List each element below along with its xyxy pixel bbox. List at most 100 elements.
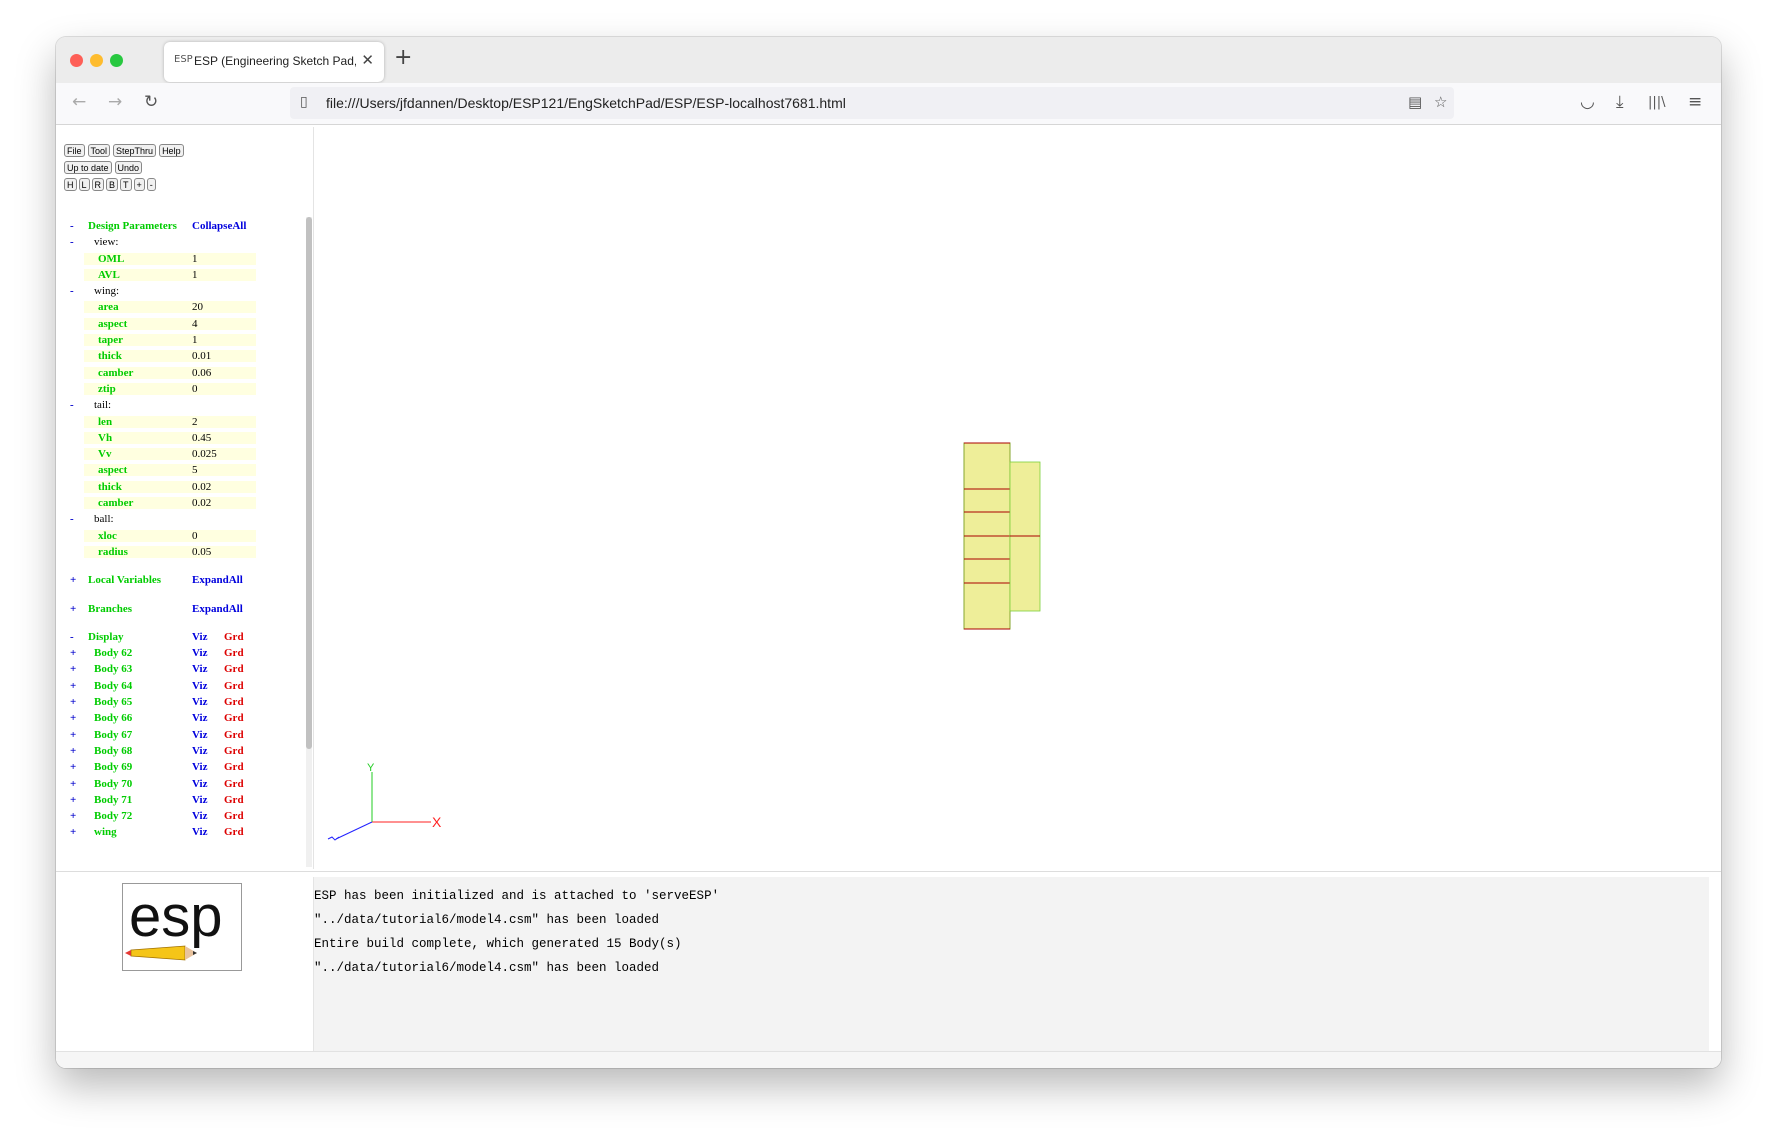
close-window-button[interactable] bbox=[70, 54, 83, 67]
viz-link[interactable]: Viz bbox=[192, 712, 207, 724]
param-name[interactable]: radius bbox=[84, 545, 192, 558]
new-tab-icon[interactable]: + bbox=[394, 45, 412, 70]
param-value[interactable]: 1 bbox=[192, 252, 256, 265]
collapse-toggle[interactable]: - bbox=[70, 220, 74, 232]
param-value[interactable]: 0.02 bbox=[192, 497, 256, 510]
maximize-window-button[interactable] bbox=[110, 54, 123, 67]
minimize-window-button[interactable] bbox=[90, 54, 103, 67]
param-value[interactable]: 20 bbox=[192, 301, 256, 314]
grd-link[interactable]: Grd bbox=[224, 826, 244, 838]
param-value[interactable]: 1 bbox=[192, 268, 256, 281]
expand-toggle[interactable]: + bbox=[70, 680, 76, 692]
viz-link[interactable]: Viz bbox=[192, 696, 207, 708]
viz-link[interactable]: Viz bbox=[192, 794, 207, 806]
view-bottom-button[interactable]: B bbox=[106, 178, 119, 191]
zoom-in-button[interactable]: + bbox=[133, 178, 145, 191]
expand-toggle[interactable]: + bbox=[70, 778, 76, 790]
expand-toggle[interactable]: + bbox=[70, 603, 76, 615]
viz-link[interactable]: Viz bbox=[192, 745, 207, 757]
view-left-button[interactable]: L bbox=[78, 178, 90, 191]
expand-toggle[interactable]: + bbox=[70, 810, 76, 822]
grd-link[interactable]: Grd bbox=[224, 647, 244, 659]
help-button[interactable]: Help bbox=[159, 144, 184, 157]
grd-link[interactable]: Grd bbox=[224, 761, 244, 773]
file-button[interactable]: File bbox=[64, 144, 85, 157]
viz-link[interactable]: Viz bbox=[192, 778, 207, 790]
param-name[interactable]: taper bbox=[84, 334, 192, 347]
viz-link[interactable]: Viz bbox=[192, 826, 207, 838]
param-name[interactable]: camber bbox=[84, 497, 192, 510]
param-name[interactable]: aspect bbox=[84, 317, 192, 330]
grd-link[interactable]: Grd bbox=[224, 696, 244, 708]
viz-link[interactable]: Viz bbox=[192, 761, 207, 773]
grd-link[interactable]: Grd bbox=[224, 745, 244, 757]
param-name[interactable]: camber bbox=[84, 366, 192, 379]
param-name[interactable]: thick bbox=[84, 480, 192, 493]
download-icon[interactable]: ⤓ bbox=[1616, 92, 1624, 112]
grd-link[interactable]: Grd bbox=[224, 810, 244, 822]
param-value[interactable]: 0.01 bbox=[192, 350, 256, 363]
expand-toggle[interactable]: + bbox=[70, 729, 76, 741]
expand-toggle[interactable]: + bbox=[70, 761, 76, 773]
expand-toggle[interactable]: + bbox=[70, 712, 76, 724]
reader-view-icon[interactable]: ▤ bbox=[1408, 93, 1422, 111]
message-log[interactable]: ESP has been initialized and is attached… bbox=[313, 877, 1709, 1051]
grd-link[interactable]: Grd bbox=[224, 712, 244, 724]
back-icon[interactable]: ← bbox=[72, 92, 86, 112]
zoom-out-button[interactable]: - bbox=[146, 178, 156, 191]
grd-link[interactable]: Grd bbox=[224, 663, 244, 675]
param-value[interactable]: 0.025 bbox=[192, 448, 256, 461]
collapse-toggle[interactable]: - bbox=[70, 399, 74, 411]
graphics-svg[interactable]: X Y bbox=[314, 127, 1709, 869]
param-name[interactable]: aspect bbox=[84, 464, 192, 477]
pocket-icon[interactable]: ◡ bbox=[1580, 92, 1595, 112]
param-name[interactable]: area bbox=[84, 301, 192, 314]
view-home-button[interactable]: H bbox=[64, 178, 77, 191]
param-name[interactable]: AVL bbox=[84, 268, 192, 281]
param-value[interactable]: 0.05 bbox=[192, 545, 256, 558]
param-name[interactable]: len bbox=[84, 415, 192, 428]
collapse-toggle[interactable]: - bbox=[70, 236, 74, 248]
viz-link[interactable]: Viz bbox=[192, 663, 207, 675]
url-text[interactable]: file:///Users/jfdannen/Desktop/ESP121/En… bbox=[326, 95, 846, 111]
collapse-all-link[interactable]: CollapseAll bbox=[192, 220, 256, 232]
grd-link[interactable]: Grd bbox=[224, 631, 244, 643]
viz-link[interactable]: Viz bbox=[192, 647, 207, 659]
tool-button[interactable]: Tool bbox=[87, 144, 111, 157]
param-value[interactable]: 0 bbox=[192, 382, 256, 395]
grd-link[interactable]: Grd bbox=[224, 778, 244, 790]
collapse-toggle[interactable]: - bbox=[70, 513, 74, 525]
graphics-canvas[interactable]: X Y bbox=[313, 127, 1709, 869]
forward-icon[interactable]: → bbox=[108, 92, 122, 112]
expand-toggle[interactable]: + bbox=[70, 647, 76, 659]
view-top-button[interactable]: T bbox=[120, 178, 132, 191]
param-value[interactable]: 0 bbox=[192, 529, 256, 542]
collapse-toggle[interactable]: - bbox=[70, 285, 74, 297]
viz-link[interactable]: Viz bbox=[192, 680, 207, 692]
param-name[interactable]: xloc bbox=[84, 529, 192, 542]
param-name[interactable]: Vv bbox=[84, 448, 192, 461]
reload-icon[interactable]: ↻ bbox=[144, 92, 158, 112]
collapse-toggle[interactable]: - bbox=[70, 631, 74, 643]
expand-toggle[interactable]: + bbox=[70, 794, 76, 806]
expand-all-link[interactable]: ExpandAll bbox=[192, 603, 256, 615]
bookmark-star-icon[interactable]: ☆ bbox=[1434, 93, 1447, 111]
tab-close-icon[interactable]: ✕ bbox=[361, 51, 374, 69]
tree-scrollbar[interactable] bbox=[306, 217, 312, 867]
param-value[interactable]: 1 bbox=[192, 334, 256, 347]
up-to-date-button[interactable]: Up to date bbox=[64, 161, 112, 174]
param-value[interactable]: 4 bbox=[192, 317, 256, 330]
tab-esp[interactable]: ESP ESP (Engineering Sketch Pad, V ✕ bbox=[164, 42, 384, 82]
param-value[interactable]: 5 bbox=[192, 464, 256, 477]
param-value[interactable]: 0.45 bbox=[192, 431, 256, 444]
expand-toggle[interactable]: + bbox=[70, 574, 76, 586]
param-value[interactable]: 0.06 bbox=[192, 366, 256, 379]
expand-toggle[interactable]: + bbox=[70, 663, 76, 675]
expand-toggle[interactable]: + bbox=[70, 745, 76, 757]
expand-toggle[interactable]: + bbox=[70, 696, 76, 708]
param-name[interactable]: thick bbox=[84, 350, 192, 363]
expand-all-link[interactable]: ExpandAll bbox=[192, 574, 256, 586]
menu-icon[interactable]: ≡ bbox=[1688, 92, 1702, 112]
scrollbar-thumb[interactable] bbox=[306, 217, 312, 749]
param-name[interactable]: Vh bbox=[84, 431, 192, 444]
